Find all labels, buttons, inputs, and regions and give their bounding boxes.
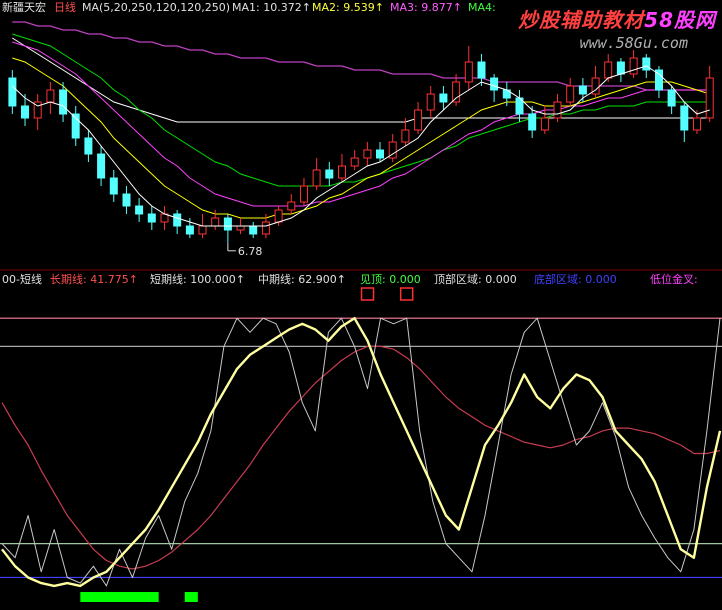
candle-body	[198, 225, 207, 235]
candle-body	[578, 85, 587, 95]
candle-body	[312, 169, 321, 187]
candle-body	[122, 193, 131, 207]
ma3-value: MA3: 9.877↑	[390, 1, 462, 14]
low-price-label: 6.78	[238, 245, 263, 258]
watermark-site-text: 炒股辅助教材	[518, 8, 645, 32]
candle-body	[274, 209, 283, 223]
candle-body	[8, 77, 17, 107]
short-term-line	[1, 317, 721, 587]
candle-body	[173, 213, 182, 227]
indicator-name: 00-短线	[2, 272, 42, 286]
candle-body	[680, 105, 689, 131]
bottom-zone-value: 底部区域: 0.000	[534, 272, 617, 286]
ma4-value: MA4:	[468, 1, 496, 14]
candle-body	[642, 57, 651, 71]
candle-body	[46, 89, 55, 103]
ma1-value: MA1: 10.372↑	[232, 1, 311, 14]
price-panel: 6.78	[0, 21, 722, 271]
candle-body	[287, 201, 296, 211]
period-label: 日线	[54, 0, 76, 14]
candle-body	[414, 109, 423, 131]
candle-body	[528, 113, 537, 131]
candle-body	[135, 205, 144, 215]
ma-fast-white-line	[11, 65, 710, 227]
bottom-signal-bar	[80, 592, 159, 602]
candle-body	[439, 93, 448, 103]
candle-body	[185, 225, 194, 235]
top-signal-marker	[360, 287, 375, 301]
candle-body	[490, 77, 499, 91]
candle-body	[147, 213, 156, 223]
long-term-line	[1, 345, 721, 570]
candle-body	[604, 61, 613, 79]
candle-body	[21, 105, 29, 119]
candle-body	[325, 169, 334, 179]
candle-body	[261, 221, 270, 235]
candle-body	[249, 225, 258, 235]
ma2-value: MA2: 9.539↑	[312, 1, 384, 14]
candle-body	[59, 89, 68, 115]
bottom-cross-value: 低位金叉:	[650, 272, 698, 286]
candle-body	[300, 185, 308, 203]
indicator-panel	[0, 287, 722, 602]
mid-term-line	[1, 317, 722, 588]
ma-definition: MA(5,20,250,120,120,250)	[82, 1, 230, 14]
candle-body	[338, 165, 346, 179]
candle-body	[223, 217, 232, 231]
short-value: 短期线: 100.000↑	[150, 272, 245, 286]
kline-chart: 6.78 新疆天宏 日线 MA(5,20,250,120,120,250) MA…	[0, 0, 722, 602]
ma-green-line	[12, 33, 710, 187]
candle-body	[629, 57, 638, 75]
candle-body	[693, 117, 701, 131]
candle-body	[109, 177, 118, 195]
mid-value: 中期线: 62.900↑	[258, 272, 346, 286]
candle-body	[705, 77, 714, 119]
candle-body	[401, 129, 410, 143]
stock-name: 新疆天宏	[2, 0, 46, 14]
candle-body	[464, 61, 473, 83]
candle-body	[426, 93, 435, 111]
candle-body	[376, 149, 384, 159]
candle-body	[363, 149, 372, 159]
watermark-url: www.58Gu.com	[579, 34, 688, 52]
candle-body	[540, 117, 549, 131]
watermark-site: 炒股辅助教材58股网	[518, 4, 716, 33]
candle-body	[97, 153, 106, 179]
candle-body	[84, 137, 93, 155]
candle-body	[452, 81, 461, 103]
candle-body	[616, 61, 625, 75]
long-value: 长期线: 41.775↑	[50, 272, 138, 286]
candle-body	[211, 217, 220, 227]
chart-stage: 6.78 新疆天宏 日线 MA(5,20,250,120,120,250) MA…	[0, 0, 722, 606]
top-signal-marker	[399, 287, 414, 301]
candle-body	[236, 225, 245, 231]
top-value: 见顶: 0.000	[360, 273, 421, 286]
candle-body	[350, 157, 359, 167]
candle-body	[553, 101, 562, 119]
top-zone-value: 顶部区域: 0.000	[434, 272, 517, 286]
candle-body	[667, 89, 676, 107]
candle-body	[477, 61, 486, 79]
watermark-brand: 58股网	[644, 8, 716, 32]
bottom-signal-bar	[184, 592, 198, 602]
candle-body	[566, 85, 575, 103]
